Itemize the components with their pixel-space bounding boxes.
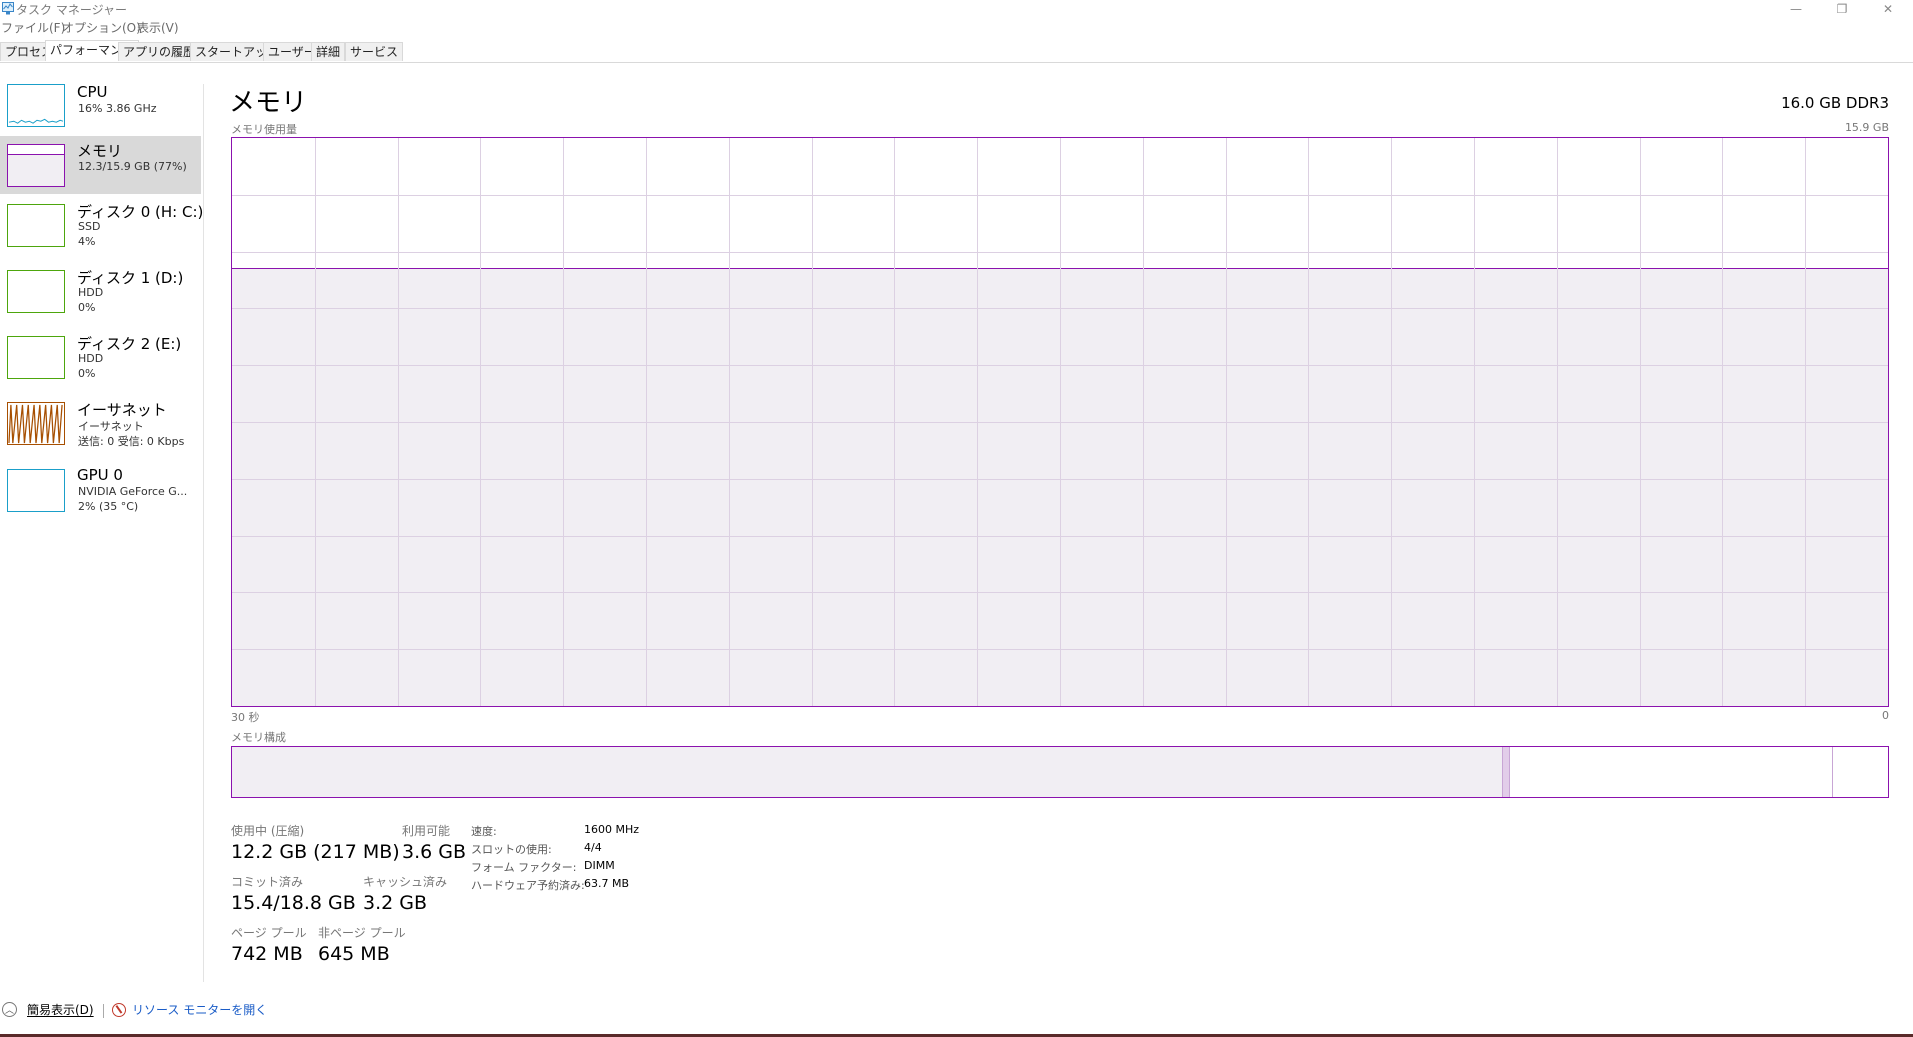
composition-standby[interactable] — [1508, 747, 1833, 797]
slots-used-label: スロットの使用: — [471, 843, 552, 856]
available-label: 利用可能 — [402, 824, 451, 838]
sidebar-item-detail: 0% — [78, 367, 96, 380]
nonpaged-pool-value: 645 MB — [318, 943, 390, 965]
cached-label: キャッシュ済み — [363, 875, 448, 889]
hardware-reserved-value: 63.7 MB — [584, 877, 630, 890]
sidebar-item-detail: 0% — [78, 301, 96, 314]
sidebar-item-title: ディスク 0 (H: C:) — [77, 203, 204, 221]
menu-options[interactable]: オプション(O) — [62, 19, 141, 36]
close-button[interactable]: ✕ — [1865, 0, 1911, 18]
graph-time-left-label: 30 秒 — [231, 711, 260, 724]
sidebar-item-title: メモリ — [77, 142, 123, 160]
menu-file[interactable]: ファイル(F) — [1, 19, 65, 36]
sidebar-item-subtitle: イーサネット — [78, 420, 144, 433]
sidebar-item-title: ディスク 1 (D:) — [77, 269, 184, 287]
resource-monitor-label: リソース モニターを開く — [132, 1003, 268, 1017]
sidebar-item-detail: 送信: 0 受信: 0 Kbps — [78, 435, 185, 448]
cpu-thumbnail-graph — [7, 84, 65, 127]
form-factor-label: フォーム ファクター: — [471, 861, 577, 874]
sidebar-item-gpu0[interactable]: GPU 0 NVIDIA GeForce G... 2% (35 °C) — [0, 463, 201, 527]
committed-value: 15.4/18.8 GB — [231, 892, 356, 914]
in-use-label: 使用中 (圧縮) — [231, 824, 305, 838]
sidebar-item-subtitle: 16% 3.86 GHz — [78, 102, 157, 115]
fewer-details-label: 簡易表示(D) — [27, 1003, 94, 1017]
sidebar-item-memory[interactable]: メモリ 12.3/15.9 GB (77%) — [0, 136, 201, 194]
memory-usage-graph — [231, 137, 1889, 707]
minimize-icon: — — [1790, 2, 1802, 16]
sidebar-item-disk2[interactable]: ディスク 2 (E:) HDD 0% — [0, 330, 201, 392]
paged-pool-label: ページ プール — [231, 926, 307, 940]
grid-line-horizontal — [232, 649, 1888, 651]
sidebar-item-disk0[interactable]: ディスク 0 (H: C:) SSD 4% — [0, 198, 204, 260]
committed-label: コミット済み — [231, 875, 304, 889]
grid-line-horizontal — [232, 251, 1888, 253]
sidebar-item-title: ディスク 2 (E:) — [77, 335, 182, 353]
grid-line-horizontal — [232, 194, 1888, 196]
chevron-up-icon: ︿ — [2, 1002, 17, 1017]
window-title: タスク マネージャー — [16, 3, 127, 17]
sidebar-item-title: CPU — [77, 83, 108, 101]
memory-composition-bar[interactable] — [231, 746, 1889, 798]
page-title: メモリ — [229, 88, 308, 118]
memory-thumbnail-graph — [7, 144, 65, 187]
sidebar-item-title: イーサネット — [77, 401, 167, 419]
sidebar-item-detail: 4% — [78, 235, 96, 248]
graph-time-right-label: 0 — [1882, 709, 1889, 722]
cached-value: 3.2 GB — [363, 892, 428, 914]
nonpaged-pool-label: 非ページ プール — [318, 926, 406, 940]
sidebar-item-subtitle: NVIDIA GeForce G... — [78, 485, 188, 498]
disk1-thumbnail-graph — [7, 270, 65, 313]
usage-graph-label: メモリ使用量 — [231, 123, 297, 136]
sidebar-item-subtitle: HDD — [78, 286, 104, 299]
close-icon: ✕ — [1882, 2, 1894, 16]
speed-label: 速度: — [471, 825, 497, 838]
grid-line-horizontal — [232, 422, 1888, 423]
fewer-details-button[interactable]: ︿ 簡易表示(D) — [2, 1001, 94, 1018]
title-bar — [0, 0, 1913, 20]
footer-divider — [103, 1004, 104, 1018]
task-manager-icon — [2, 2, 14, 15]
composition-label: メモリ構成 — [231, 731, 286, 744]
slots-used-value: 4/4 — [584, 841, 602, 854]
restore-button[interactable]: ❐ — [1819, 0, 1865, 18]
sidebar-item-ethernet[interactable]: イーサネット イーサネット 送信: 0 受信: 0 Kbps — [0, 396, 201, 460]
grid-line-horizontal — [232, 365, 1888, 367]
grid-line-horizontal — [232, 592, 1888, 594]
tab-details[interactable]: 詳細 — [311, 42, 346, 61]
grid-line-horizontal — [232, 535, 1888, 537]
grid-line-horizontal — [232, 308, 1888, 310]
composition-in-use[interactable] — [232, 747, 1503, 797]
disk0-thumbnail-graph — [7, 204, 65, 247]
hardware-reserved-label: ハードウェア予約済み: — [471, 879, 585, 892]
grid-line-horizontal — [232, 478, 1888, 480]
sidebar-item-subtitle: 12.3/15.9 GB (77%) — [78, 160, 187, 173]
menu-view[interactable]: 表示(V) — [137, 19, 179, 36]
tab-app-history[interactable]: アプリの履歴 — [118, 42, 201, 61]
gpu-thumbnail-graph — [7, 469, 65, 512]
open-resource-monitor-link[interactable]: リソース モニターを開く — [112, 1001, 267, 1018]
sidebar-item-detail: 2% (35 °C) — [78, 500, 139, 513]
paged-pool-value: 742 MB — [231, 943, 303, 965]
speed-value: 1600 MHz — [584, 823, 640, 836]
composition-free[interactable] — [1831, 747, 1888, 797]
minimize-button[interactable]: — — [1773, 0, 1819, 18]
sidebar-item-subtitle: HDD — [78, 352, 104, 365]
sidebar-item-disk1[interactable]: ディスク 1 (D:) HDD 0% — [0, 264, 201, 326]
in-use-value: 12.2 GB (217 MB) — [231, 841, 400, 863]
restore-icon: ❐ — [1836, 2, 1848, 16]
sidebar-item-cpu[interactable]: CPU 16% 3.86 GHz — [0, 80, 201, 136]
usage-graph-max-label: 15.9 GB — [1844, 121, 1889, 134]
disk2-thumbnail-graph — [7, 336, 65, 379]
available-value: 3.6 GB — [402, 841, 467, 863]
resource-monitor-icon — [112, 1002, 126, 1017]
form-factor-value: DIMM — [584, 859, 615, 872]
memory-spec: 16.0 GB DDR3 — [1781, 94, 1889, 112]
sidebar-item-subtitle: SSD — [78, 220, 101, 233]
sidebar-item-title: GPU 0 — [77, 466, 123, 484]
ethernet-thumbnail-graph — [7, 402, 65, 445]
tab-services[interactable]: サービス — [345, 42, 404, 61]
